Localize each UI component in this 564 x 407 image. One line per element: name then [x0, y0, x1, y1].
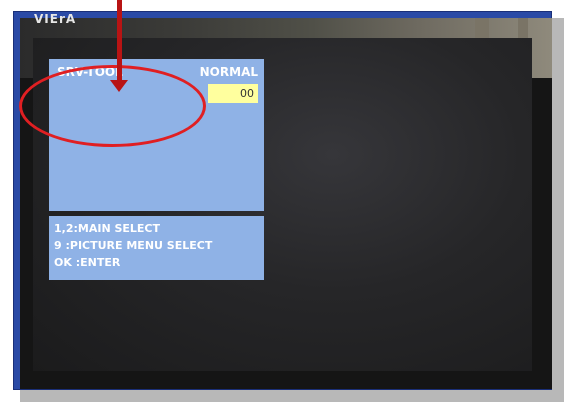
value-field[interactable]: 00	[208, 84, 258, 103]
mode-label: NORMAL	[199, 65, 258, 79]
pointer-arrow-head	[110, 80, 128, 92]
tv-brand-logo: VIErA	[34, 12, 77, 26]
help-line-main-select: 1,2:MAIN SELECT	[54, 222, 161, 235]
key-help-panel: 1,2:MAIN SELECT 9 :PICTURE MENU SELECT O…	[49, 216, 264, 280]
help-line-enter: OK :ENTER	[54, 256, 121, 269]
highlight-circle	[19, 65, 206, 147]
help-line-picture-menu: 9 :PICTURE MENU SELECT	[54, 239, 213, 252]
pointer-arrow-shaft	[117, 0, 122, 84]
